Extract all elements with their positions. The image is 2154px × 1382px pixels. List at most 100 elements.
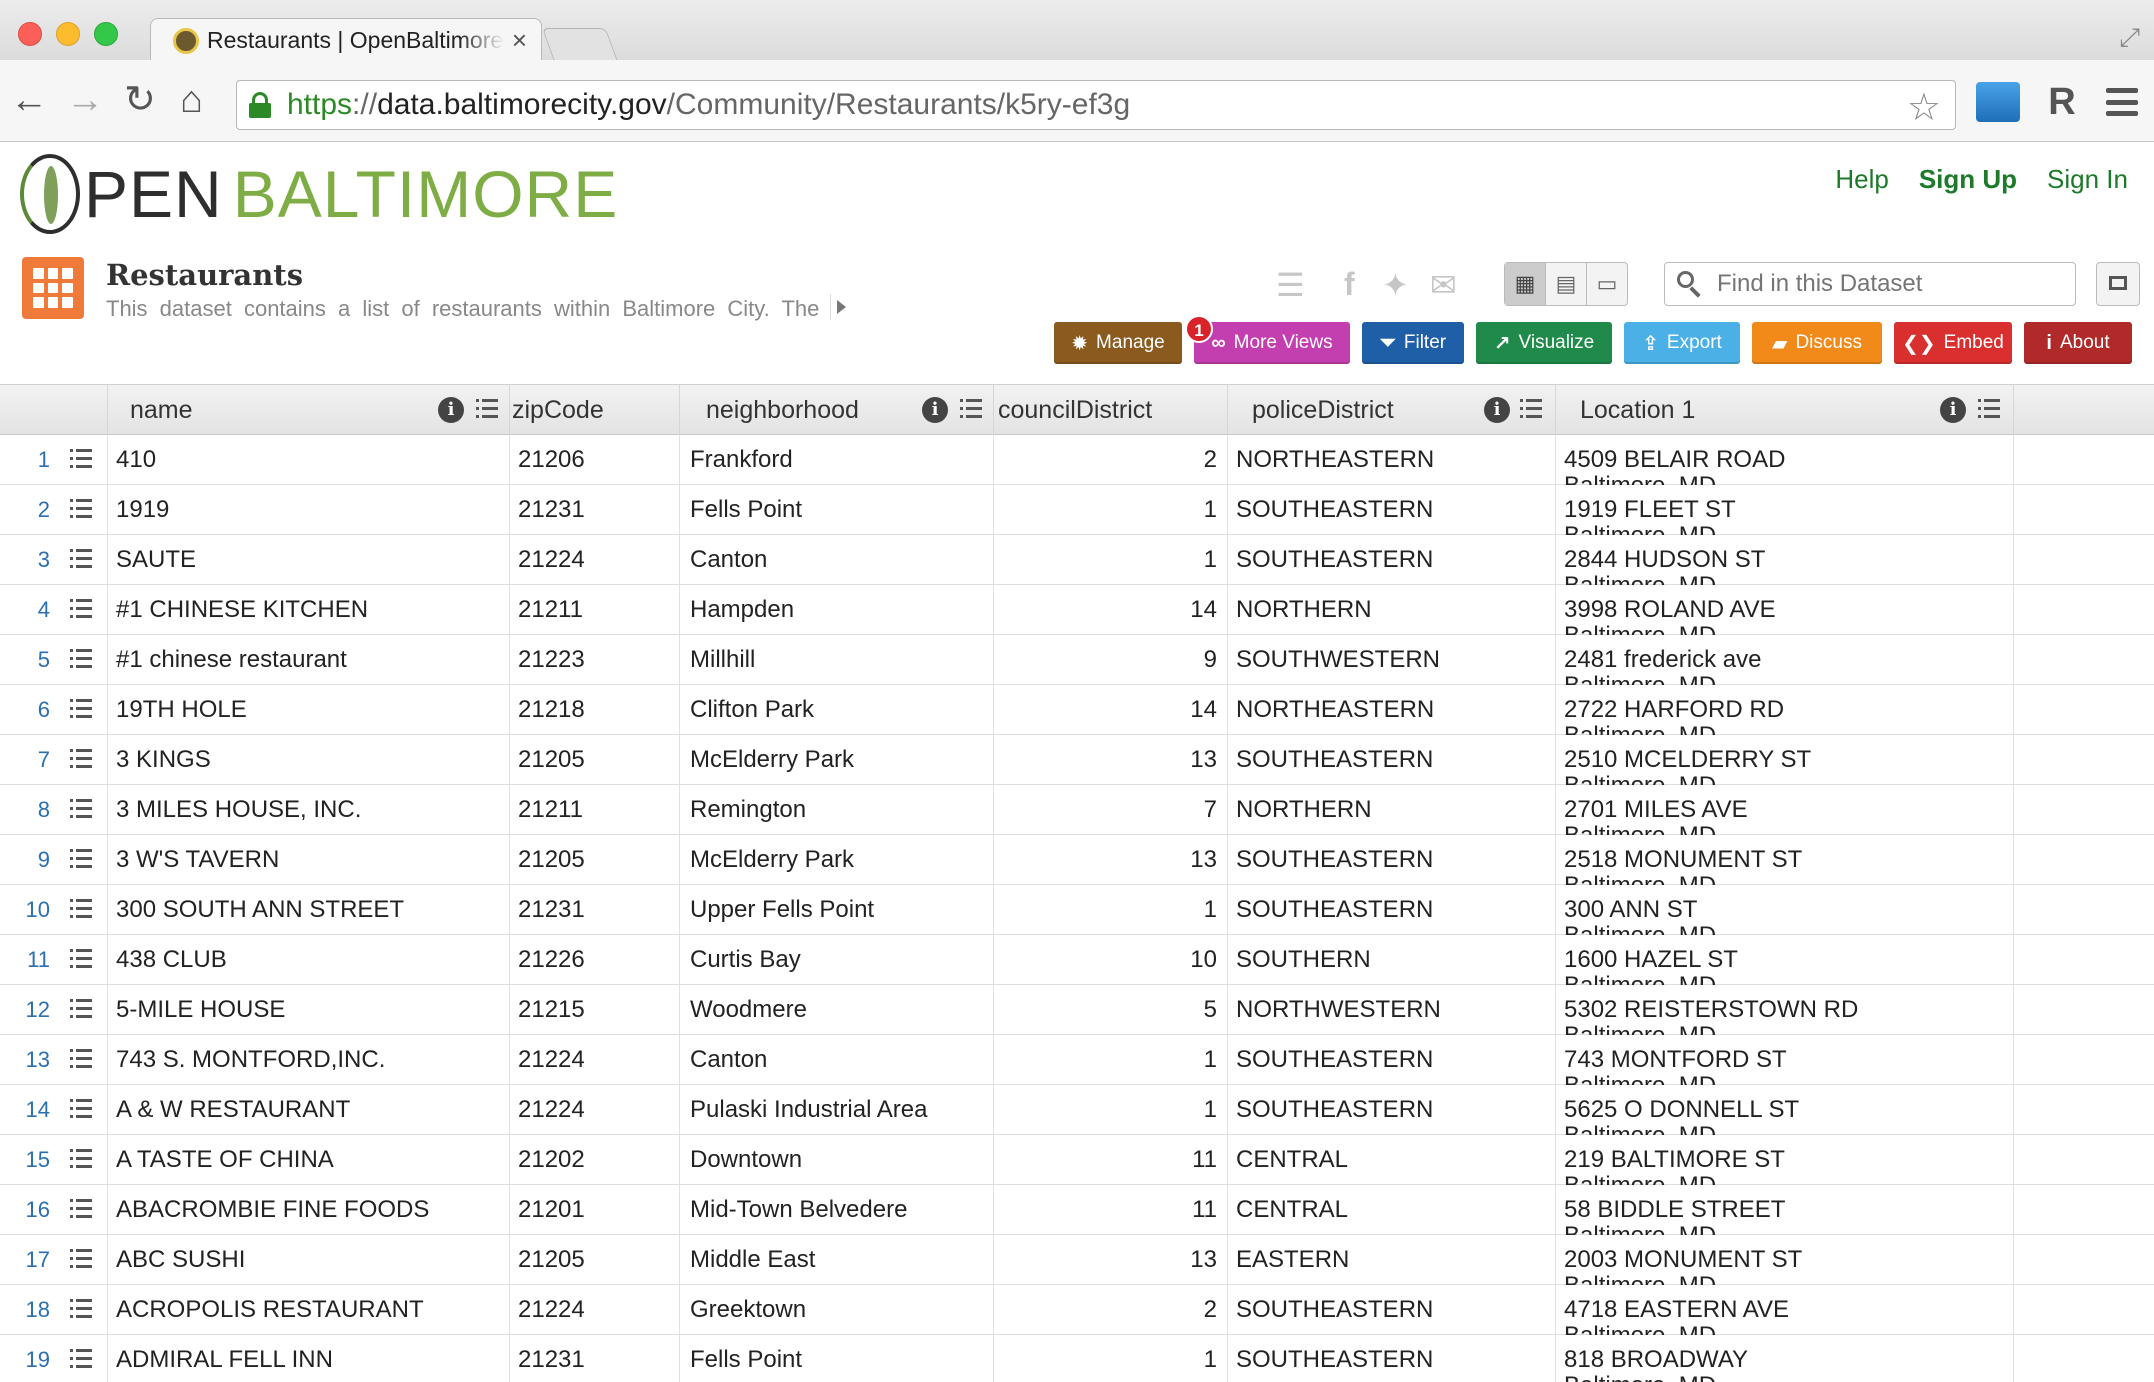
- embed-button[interactable]: ❮❯ Embed: [1894, 322, 2012, 364]
- cell-policedistrict[interactable]: SOUTHEASTERN: [1228, 1035, 1556, 1085]
- table-row[interactable]: 9 3 W'S TAVERN 21205 McElderry Park 13 SOUTHE…: [0, 835, 2154, 885]
- row-number[interactable]: 18: [0, 1285, 58, 1335]
- cell-councildistrict[interactable]: 13: [994, 735, 1228, 785]
- column-header-location[interactable]: Location 1 i: [1556, 385, 2014, 435]
- table-row[interactable]: 18 ACROPOLIS RESTAURANT 21224 Greektown 2 SOU…: [0, 1285, 2154, 1335]
- cell-zipcode[interactable]: 21201: [510, 1185, 680, 1235]
- cell-neighborhood[interactable]: Canton: [680, 535, 994, 585]
- row-menu-icon[interactable]: [70, 449, 92, 471]
- fullscreen-icon[interactable]: ⤢: [2119, 22, 2140, 54]
- cell-councildistrict[interactable]: 14: [994, 585, 1228, 635]
- row-menu-icon[interactable]: [70, 1199, 92, 1221]
- row-menu-icon[interactable]: [70, 649, 92, 671]
- extension-r-icon[interactable]: R: [2040, 82, 2084, 122]
- cell-councildistrict[interactable]: 1: [994, 1035, 1228, 1085]
- column-info-icon[interactable]: i: [922, 397, 948, 423]
- table-row[interactable]: 15 A TASTE OF CHINA 21202 Downtown 11 CENTRAL…: [0, 1135, 2154, 1185]
- cell-name[interactable]: 300 SOUTH ANN STREET: [108, 885, 510, 935]
- discuss-button[interactable]: ▰ Discuss: [1752, 322, 1882, 364]
- table-row[interactable]: 14 A & W RESTAURANT 21224 Pulaski Industria…: [0, 1085, 2154, 1135]
- table-row[interactable]: 16 ABACROMBIE FINE FOODS 21201 Mid-Town Bel…: [0, 1185, 2154, 1235]
- cell-name[interactable]: 3 KINGS: [108, 735, 510, 785]
- cell-zipcode[interactable]: 21202: [510, 1135, 680, 1185]
- cell-councildistrict[interactable]: 1: [994, 1335, 1228, 1382]
- cell-policedistrict[interactable]: SOUTHERN: [1228, 935, 1556, 985]
- row-number[interactable]: 7: [0, 735, 58, 785]
- table-row[interactable]: 5 #1 chinese restaurant 21223 Millhill 9 SOUT…: [0, 635, 2154, 685]
- column-info-icon[interactable]: i: [1484, 397, 1510, 423]
- cell-name[interactable]: 3 MILES HOUSE, INC.: [108, 785, 510, 835]
- single-row-view-icon[interactable]: ▭: [1587, 263, 1627, 305]
- table-row[interactable]: 4 #1 CHINESE KITCHEN 21211 Hampden 14 NORTHER…: [0, 585, 2154, 635]
- cell-zipcode[interactable]: 21224: [510, 1085, 680, 1135]
- cell-name[interactable]: ABACROMBIE FINE FOODS: [108, 1185, 510, 1235]
- cell-policedistrict[interactable]: SOUTHEASTERN: [1228, 885, 1556, 935]
- cell-zipcode[interactable]: 21205: [510, 735, 680, 785]
- openbaltimore-logo[interactable]: PEN BALTIMORE: [20, 150, 618, 238]
- row-number[interactable]: 10: [0, 885, 58, 935]
- row-number[interactable]: 13: [0, 1035, 58, 1085]
- cell-neighborhood[interactable]: Curtis Bay: [680, 935, 994, 985]
- row-number[interactable]: 14: [0, 1085, 58, 1135]
- row-menu-icon[interactable]: [70, 1149, 92, 1171]
- window-close-button[interactable]: [18, 22, 42, 46]
- row-menu-icon[interactable]: [70, 749, 92, 771]
- cell-neighborhood[interactable]: Clifton Park: [680, 685, 994, 735]
- cell-name[interactable]: A & W RESTAURANT: [108, 1085, 510, 1135]
- cell-neighborhood[interactable]: Mid-Town Belvedere: [680, 1185, 994, 1235]
- row-number[interactable]: 12: [0, 985, 58, 1035]
- cell-name[interactable]: ACROPOLIS RESTAURANT: [108, 1285, 510, 1335]
- cell-zipcode[interactable]: 21224: [510, 535, 680, 585]
- row-number[interactable]: 17: [0, 1235, 58, 1285]
- forward-icon[interactable]: →: [66, 80, 104, 120]
- cell-policedistrict[interactable]: SOUTHEASTERN: [1228, 535, 1556, 585]
- cell-councildistrict[interactable]: 11: [994, 1135, 1228, 1185]
- row-number[interactable]: 19: [0, 1335, 58, 1382]
- cell-zipcode[interactable]: 21211: [510, 585, 680, 635]
- column-header-name[interactable]: name i: [108, 385, 510, 435]
- row-number[interactable]: 3: [0, 535, 58, 585]
- cell-neighborhood[interactable]: Upper Fells Point: [680, 885, 994, 935]
- row-menu-icon[interactable]: [70, 1049, 92, 1071]
- cell-name[interactable]: #1 CHINESE KITCHEN: [108, 585, 510, 635]
- row-menu-icon[interactable]: [70, 549, 92, 571]
- cell-zipcode[interactable]: 21231: [510, 885, 680, 935]
- table-row[interactable]: 7 3 KINGS 21205 McElderry Park 13 SOUTHEASTER…: [0, 735, 2154, 785]
- reload-icon[interactable]: ↻: [124, 80, 156, 120]
- cell-neighborhood[interactable]: Hampden: [680, 585, 994, 635]
- back-icon[interactable]: ←: [10, 80, 48, 120]
- about-button[interactable]: i About: [2024, 322, 2132, 364]
- column-header-policedistrict[interactable]: policeDistrict i: [1228, 385, 1556, 435]
- table-row[interactable]: 17 ABC SUSHI 21205 Middle East 13 EASTERN 2003…: [0, 1235, 2154, 1285]
- cell-neighborhood[interactable]: McElderry Park: [680, 735, 994, 785]
- row-menu-icon[interactable]: [70, 499, 92, 521]
- cell-zipcode[interactable]: 21205: [510, 835, 680, 885]
- cell-policedistrict[interactable]: NORTHERN: [1228, 585, 1556, 635]
- cell-zipcode[interactable]: 21224: [510, 1035, 680, 1085]
- column-header-zipcode[interactable]: zipCode: [510, 385, 680, 435]
- row-menu-icon[interactable]: [70, 999, 92, 1021]
- cell-councildistrict[interactable]: 11: [994, 1185, 1228, 1235]
- row-number[interactable]: 1: [0, 435, 58, 485]
- cell-neighborhood[interactable]: Remington: [680, 785, 994, 835]
- cell-policedistrict[interactable]: CENTRAL: [1228, 1185, 1556, 1235]
- home-icon[interactable]: ⌂: [180, 80, 203, 120]
- cell-neighborhood[interactable]: Millhill: [680, 635, 994, 685]
- cell-councildistrict[interactable]: 2: [994, 435, 1228, 485]
- table-row[interactable]: 19 ADMIRAL FELL INN 21231 Fells Point 1 SOUTH…: [0, 1335, 2154, 1382]
- cell-councildistrict[interactable]: 1: [994, 485, 1228, 535]
- cell-zipcode[interactable]: 21218: [510, 685, 680, 735]
- cell-name[interactable]: ADMIRAL FELL INN: [108, 1335, 510, 1382]
- row-menu-icon[interactable]: [70, 599, 92, 621]
- cell-policedistrict[interactable]: NORTHWESTERN: [1228, 985, 1556, 1035]
- column-menu-icon[interactable]: [476, 399, 498, 419]
- cell-policedistrict[interactable]: NORTHERN: [1228, 785, 1556, 835]
- row-menu-icon[interactable]: [70, 899, 92, 921]
- table-view-icon[interactable]: ▦: [1505, 263, 1546, 305]
- column-header-neighborhood[interactable]: neighborhood i: [680, 385, 994, 435]
- window-maximize-button[interactable]: [94, 22, 118, 46]
- cell-councildistrict[interactable]: 1: [994, 885, 1228, 935]
- cell-councildistrict[interactable]: 7: [994, 785, 1228, 835]
- cell-policedistrict[interactable]: NORTHEASTERN: [1228, 435, 1556, 485]
- cell-zipcode[interactable]: 21211: [510, 785, 680, 835]
